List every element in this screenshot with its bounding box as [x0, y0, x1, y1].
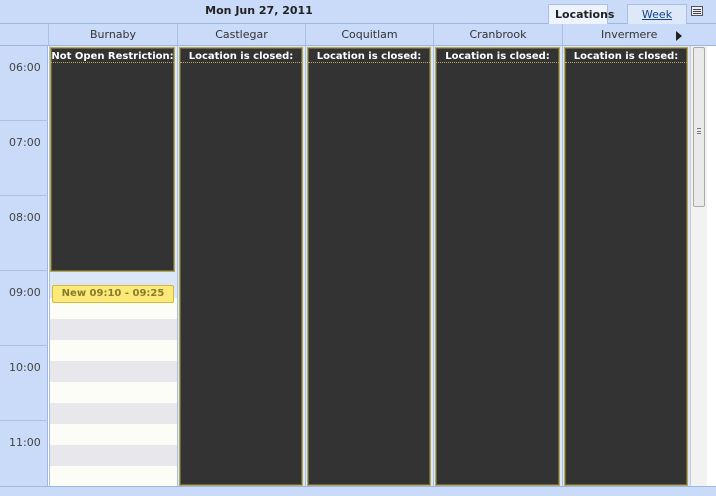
closed-label: Location is closed: [308, 48, 430, 63]
grip-icon [697, 128, 701, 134]
time-slot[interactable] [50, 445, 177, 466]
time-slot[interactable] [50, 382, 177, 403]
column-header-burnaby[interactable]: Burnaby [48, 24, 177, 46]
hour-label: 06:00 [9, 61, 41, 74]
hour-label: 07:00 [9, 136, 41, 149]
time-slot[interactable] [50, 340, 177, 361]
column-header-cranbrook[interactable]: Cranbrook [433, 24, 562, 46]
new-appointment[interactable]: New 09:10 - 09:25 [52, 285, 174, 303]
closed-label: Location is closed: [180, 48, 302, 63]
date-title: Mon Jun 27, 2011 [205, 4, 313, 17]
bottom-bar [0, 486, 716, 496]
time-slot[interactable] [50, 403, 177, 424]
tab-week[interactable]: Week [627, 4, 687, 24]
column-header-coquitlam[interactable]: Coquitlam [305, 24, 433, 46]
chevron-right-icon[interactable] [669, 28, 689, 44]
hour-row: 09:00 [0, 271, 48, 346]
restriction-label: Not Open Restriction: [51, 48, 174, 63]
menu-icon[interactable] [691, 6, 703, 16]
closed-block-invermere[interactable]: Location is closed: [564, 47, 688, 486]
hour-row: 06:00 [0, 46, 48, 121]
calendar-toolbar: Mon Jun 27, 2011 Locations Week [0, 0, 716, 24]
column-header-row: Burnaby Castlegar Coquitlam Cranbrook In… [0, 24, 716, 46]
closed-block-cranbrook[interactable]: Location is closed: [435, 47, 560, 486]
hour-label: 08:00 [9, 211, 41, 224]
hour-row: 08:00 [0, 196, 48, 271]
hour-row: 11:00 [0, 421, 48, 496]
hour-row: 10:00 [0, 346, 48, 421]
time-slot[interactable] [50, 319, 177, 340]
time-slot[interactable] [50, 466, 177, 486]
tab-locations[interactable]: Locations [548, 4, 614, 24]
column-header-castlegar[interactable]: Castlegar [177, 24, 305, 46]
hour-label: 10:00 [9, 361, 41, 374]
time-gutter: 06:00 07:00 08:00 09:00 10:00 11:00 [0, 46, 48, 496]
closed-label: Location is closed: [436, 48, 559, 63]
closed-block-castlegar[interactable]: Location is closed: [179, 47, 303, 486]
time-slot[interactable] [50, 361, 177, 382]
hour-label: 09:00 [9, 286, 41, 299]
closed-block-coquitlam[interactable]: Location is closed: [307, 47, 431, 486]
hour-label: 11:00 [9, 436, 41, 449]
vertical-scrollbar[interactable] [690, 46, 707, 486]
time-slot[interactable] [50, 424, 177, 445]
scrollbar-thumb[interactable] [693, 47, 705, 207]
restriction-block-burnaby[interactable]: Not Open Restriction: [50, 47, 175, 272]
hour-row: 07:00 [0, 121, 48, 196]
closed-label: Location is closed: [565, 48, 687, 63]
